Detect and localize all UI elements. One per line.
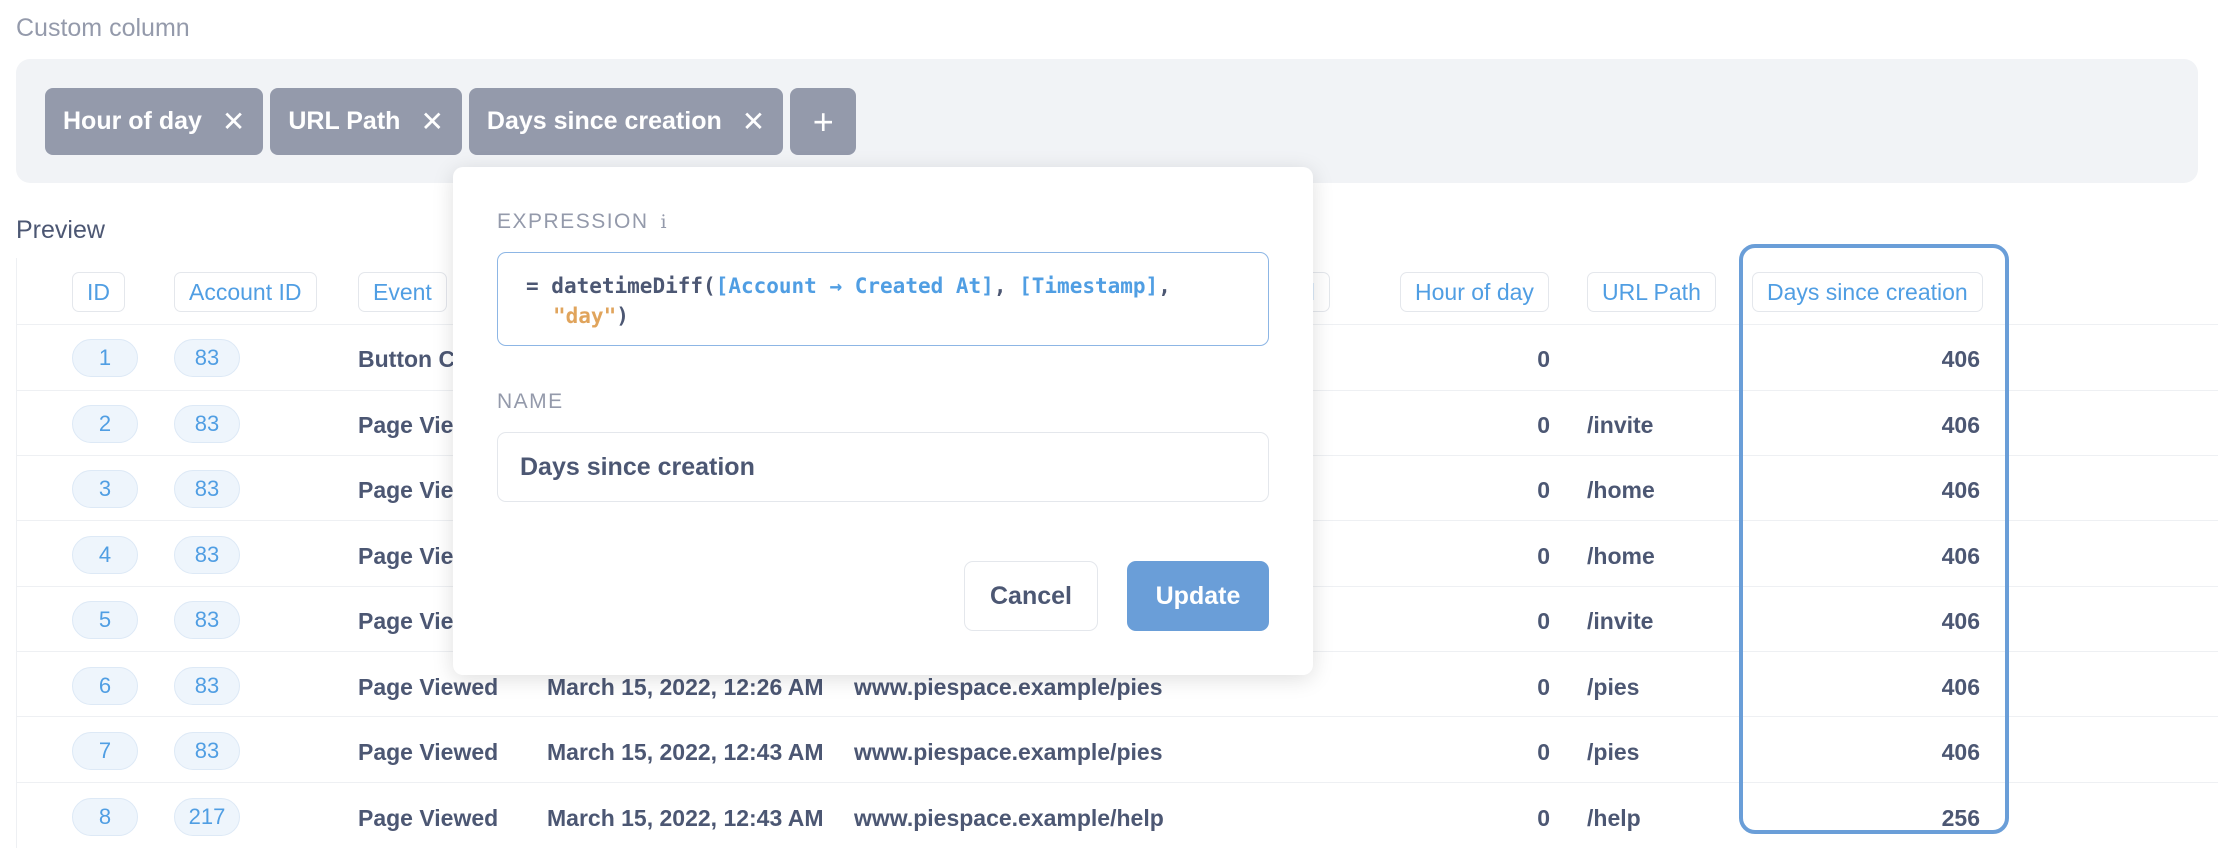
row-days-since-creation: 406 xyxy=(1941,542,1980,569)
row-hour-of-day: 0 xyxy=(1537,608,1550,634)
row-id[interactable]: 6 xyxy=(72,666,138,705)
row-url-path: /invite xyxy=(1587,608,1654,634)
custom-column-label: Custom column xyxy=(16,14,190,42)
expression-label: EXPRESSION i xyxy=(497,210,667,233)
preview-label: Preview xyxy=(16,216,105,244)
row-divider xyxy=(16,716,2218,717)
row-url-path: /home xyxy=(1587,477,1655,503)
row-event: Page Viewed xyxy=(358,804,499,831)
expression-editor[interactable]: = datetimeDiff([Account → Created At], [… xyxy=(497,252,1269,346)
custom-column-editor-popover: EXPRESSION i = datetimeDiff([Account → Cr… xyxy=(453,167,1313,675)
row-page-url: www.piespace.example/pies xyxy=(854,739,1163,765)
row-url-path: /invite xyxy=(1587,411,1654,438)
chip-label: URL Path xyxy=(288,107,401,135)
plus-icon: + xyxy=(812,100,834,142)
row-account-id[interactable]: 83 xyxy=(174,339,240,377)
info-icon[interactable]: i xyxy=(661,211,667,233)
expression-field: [Timestamp] xyxy=(1019,274,1159,298)
row-hour-of-day: 0 xyxy=(1537,346,1550,372)
row-id[interactable]: 8 xyxy=(72,797,138,836)
chip-url-path[interactable]: URL Path ✕ xyxy=(270,88,462,155)
row-account-id[interactable]: 83 xyxy=(174,601,240,639)
column-header-url-path[interactable]: URL Path xyxy=(1587,272,1716,312)
row-timestamp: March 15, 2022, 12:43 AM xyxy=(547,739,824,765)
row-days-since-creation: 406 xyxy=(1941,608,1980,634)
close-icon[interactable]: ✕ xyxy=(222,107,245,136)
row-id[interactable]: 4 xyxy=(72,535,138,574)
row-id[interactable]: 3 xyxy=(72,470,138,508)
row-days-since-creation: 406 xyxy=(1941,411,1980,438)
row-id[interactable]: 2 xyxy=(72,404,138,443)
row-page-url: www.piespace.example/help xyxy=(854,804,1164,831)
row-event: Page Viewed xyxy=(358,673,499,700)
row-account-id[interactable]: 83 xyxy=(174,535,240,574)
row-days-since-creation: 256 xyxy=(1941,804,1980,831)
column-header-id[interactable]: ID xyxy=(72,272,125,312)
expression-function: datetimeDiff( xyxy=(551,274,716,298)
row-days-since-creation: 406 xyxy=(1941,673,1980,700)
row-account-id[interactable]: 83 xyxy=(174,404,240,443)
add-column-button[interactable]: + xyxy=(790,88,857,155)
row-hour-of-day: 0 xyxy=(1537,542,1550,569)
row-url-path: /home xyxy=(1587,542,1655,569)
row-url-path: /pies xyxy=(1587,673,1640,700)
row-event: Button Cl xyxy=(358,346,462,372)
row-id[interactable]: 5 xyxy=(72,601,138,639)
name-label: NAME xyxy=(497,390,564,413)
close-icon[interactable]: ✕ xyxy=(742,107,765,136)
cancel-button[interactable]: Cancel xyxy=(964,561,1098,631)
update-button[interactable]: Update xyxy=(1127,561,1269,631)
table-left-border xyxy=(16,258,17,848)
row-id[interactable]: 1 xyxy=(72,339,138,377)
column-header-days-since-creation[interactable]: Days since creation xyxy=(1752,272,1983,312)
column-header-event[interactable]: Event xyxy=(358,272,447,312)
row-timestamp: March 15, 2022, 12:26 AM xyxy=(547,673,824,700)
row-hour-of-day: 0 xyxy=(1537,477,1550,503)
column-header-account-id[interactable]: Account ID xyxy=(174,272,317,312)
row-days-since-creation: 406 xyxy=(1941,477,1980,503)
row-days-since-creation: 406 xyxy=(1941,346,1980,372)
custom-column-chips: Hour of day ✕ URL Path ✕ Days since crea… xyxy=(45,88,857,155)
row-url-path: /pies xyxy=(1587,739,1640,765)
row-id[interactable]: 7 xyxy=(72,732,138,770)
chip-label: Days since creation xyxy=(486,107,722,135)
row-account-id[interactable]: 83 xyxy=(174,470,240,508)
row-hour-of-day: 0 xyxy=(1537,804,1550,831)
row-hour-of-day: 0 xyxy=(1537,739,1550,765)
row-account-id[interactable]: 83 xyxy=(174,666,240,705)
row-hour-of-day: 0 xyxy=(1537,411,1550,438)
expression-field: [Account → Created At] xyxy=(715,274,994,298)
row-days-since-creation: 406 xyxy=(1941,739,1980,765)
row-timestamp: March 15, 2022, 12:43 AM xyxy=(547,804,824,831)
chip-label: Hour of day xyxy=(63,107,202,135)
expression-string: "day" xyxy=(553,304,617,328)
row-page-url: www.piespace.example/pies xyxy=(854,673,1163,700)
column-name-input[interactable]: Days since creation xyxy=(497,432,1269,502)
row-event: Page Viewed xyxy=(358,739,499,765)
chip-days-since-creation[interactable]: Days since creation ✕ xyxy=(468,88,784,155)
chip-hour-of-day[interactable]: Hour of day ✕ xyxy=(45,88,264,155)
row-url-path: /help xyxy=(1587,804,1641,831)
row-account-id[interactable]: 217 xyxy=(174,797,240,836)
row-account-id[interactable]: 83 xyxy=(174,732,240,770)
row-divider xyxy=(16,782,2218,783)
row-hour-of-day: 0 xyxy=(1537,673,1550,700)
close-icon[interactable]: ✕ xyxy=(420,107,443,136)
column-header-hour-of-day[interactable]: Hour of day xyxy=(1400,272,1549,312)
